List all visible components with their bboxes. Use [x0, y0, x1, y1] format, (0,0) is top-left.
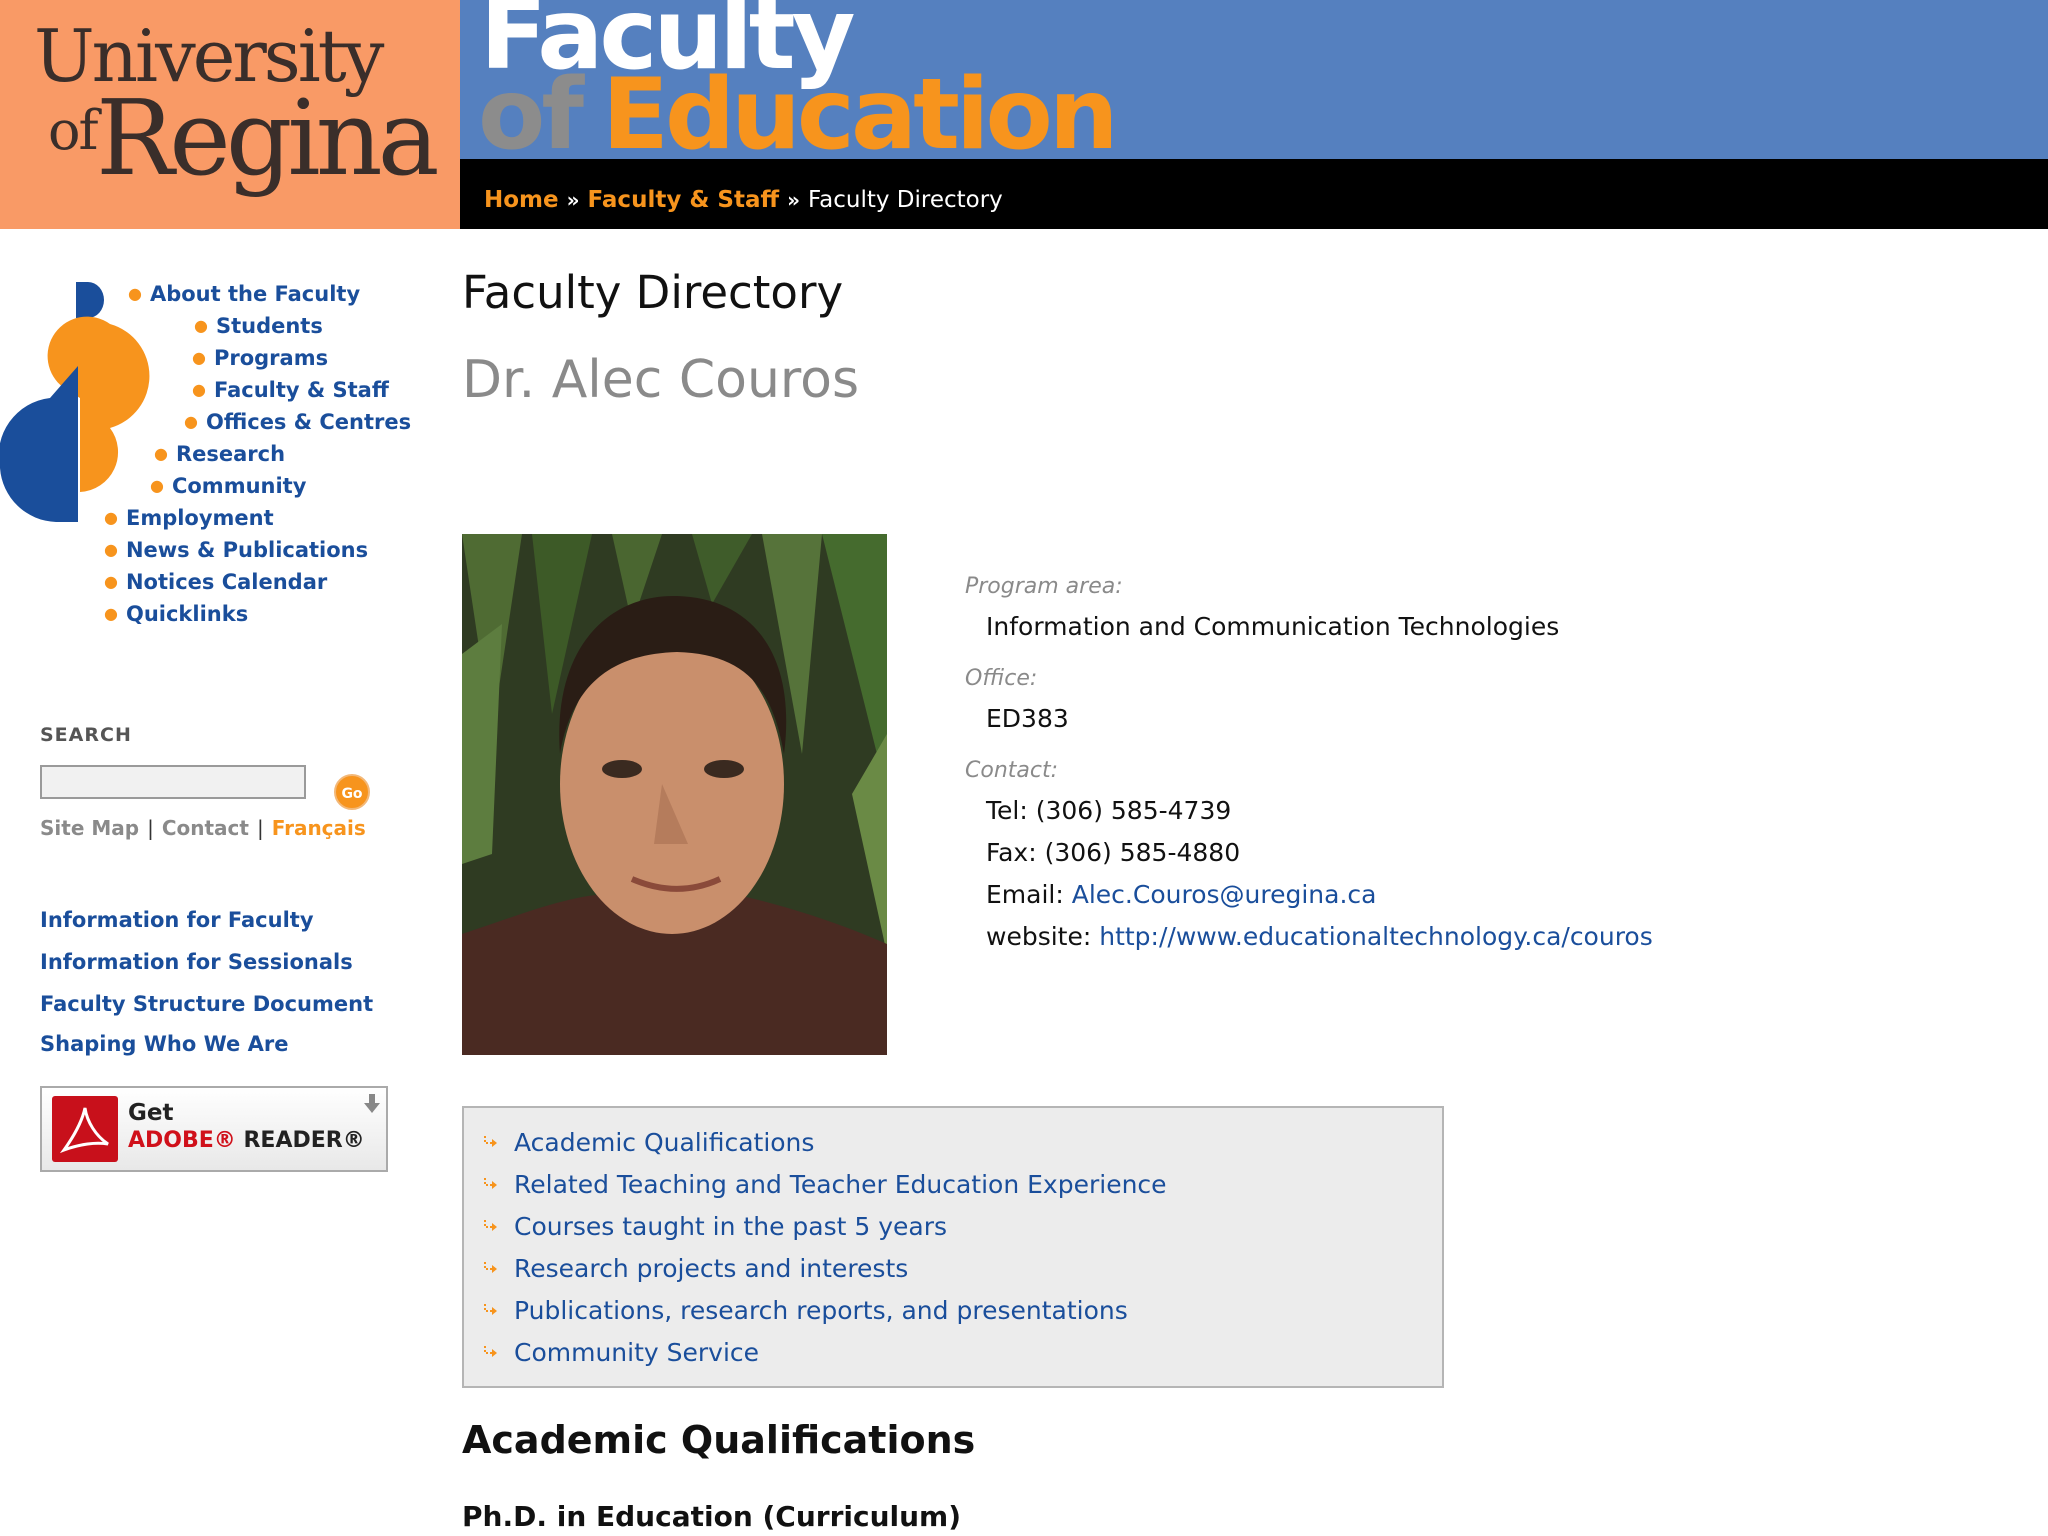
- info-for-sessionals-link[interactable]: Information for Sessionals: [40, 950, 353, 974]
- website-line: website: http://www.educationaltechnolog…: [986, 922, 1653, 951]
- adobe-reader-text: ADOBE® READER®: [128, 1128, 365, 1153]
- email-label: Email:: [986, 880, 1064, 909]
- breadcrumb-separator: »: [566, 188, 580, 212]
- tel-label: Tel:: [986, 796, 1028, 825]
- arrow-bullet-icon: [484, 1262, 497, 1273]
- utility-separator: |: [147, 816, 154, 840]
- nav-students[interactable]: ● Students: [194, 314, 323, 338]
- arrow-bullet-icon: [484, 1304, 497, 1315]
- toc-related-teaching[interactable]: Related Teaching and Teacher Education E…: [482, 1170, 1167, 1199]
- nav-label: About the Faculty: [149, 282, 361, 306]
- nav-label: Students: [215, 314, 323, 338]
- page-title: Faculty Directory: [462, 266, 844, 319]
- office-value: ED383: [986, 704, 1069, 733]
- faculty-structure-document-link[interactable]: Faculty Structure Document: [40, 992, 373, 1016]
- utility-separator: |: [256, 816, 264, 840]
- info-for-faculty-link[interactable]: Information for Faculty: [40, 908, 314, 932]
- arrow-bullet-icon: [484, 1220, 497, 1231]
- nav-label: Notices Calendar: [125, 570, 328, 594]
- adobe-get-text: Get: [128, 1100, 174, 1126]
- adobe-product-text: READER®: [243, 1128, 365, 1153]
- faculty-banner: Faculty of Education: [460, 0, 2048, 159]
- office-label: Office:: [965, 666, 1038, 691]
- breadcrumb-faculty-staff-link[interactable]: Faculty & Staff: [588, 187, 780, 213]
- contact-link[interactable]: Contact: [162, 816, 249, 840]
- faculty-b-graphic: [0, 282, 150, 522]
- utility-links: Site Map | Contact | Français: [40, 816, 366, 840]
- section-index-box: Academic Qualifications Related Teaching…: [462, 1106, 1444, 1388]
- toc-label: Related Teaching and Teacher Education E…: [514, 1170, 1167, 1199]
- tel-line: Tel: (306) 585-4739: [986, 796, 1231, 825]
- arrow-bullet-icon: [484, 1178, 497, 1189]
- site-map-link[interactable]: Site Map: [40, 816, 139, 840]
- nav-label: Community: [171, 474, 307, 498]
- arrow-bullet-icon: [484, 1346, 497, 1357]
- get-adobe-reader-badge[interactable]: Get ADOBE® READER®: [40, 1086, 388, 1172]
- nav-label: Quicklinks: [125, 602, 249, 626]
- nav-label: Programs: [213, 346, 329, 370]
- toc-label: Publications, research reports, and pres…: [514, 1296, 1128, 1325]
- nav-quicklinks[interactable]: ● Quicklinks: [104, 602, 248, 626]
- breadcrumb-separator: »: [787, 188, 801, 212]
- adobe-pdf-icon: [52, 1096, 118, 1162]
- nav-programs[interactable]: ● Programs: [192, 346, 328, 370]
- toc-academic-qualifications[interactable]: Academic Qualifications: [482, 1128, 814, 1157]
- tel-value: (306) 585-4739: [1035, 796, 1232, 825]
- breadcrumb-home-link[interactable]: Home: [484, 187, 559, 213]
- logo-of-text: of: [48, 99, 98, 162]
- shaping-who-we-are-link[interactable]: Shaping Who We Are: [40, 1032, 288, 1056]
- nav-label: Offices & Centres: [205, 410, 412, 434]
- website-label: website:: [986, 922, 1092, 951]
- breadcrumb: Home » Faculty & Staff » Faculty Directory: [484, 159, 1003, 229]
- toc-courses-taught[interactable]: Courses taught in the past 5 years: [482, 1212, 947, 1241]
- website-link[interactable]: http://www.educationaltechnology.ca/cour…: [1099, 922, 1653, 951]
- toc-label: Community Service: [514, 1338, 760, 1367]
- logo-regina-text: Regina: [96, 77, 440, 199]
- francais-link[interactable]: Français: [272, 816, 366, 840]
- university-logo[interactable]: University of Regina: [0, 0, 460, 229]
- program-area-value: Information and Communication Technologi…: [986, 612, 1560, 641]
- breadcrumb-bar: Home » Faculty & Staff » Faculty Directory: [460, 159, 2048, 229]
- toc-research-projects[interactable]: Research projects and interests: [482, 1254, 908, 1283]
- nav-news-publications[interactable]: ● News & Publications: [104, 538, 368, 562]
- contact-label: Contact:: [965, 758, 1059, 783]
- faculty-photo: [462, 534, 887, 1055]
- nav-label: Faculty & Staff: [213, 378, 389, 402]
- nav-faculty-staff[interactable]: ● Faculty & Staff: [192, 378, 389, 402]
- nav-offices-centres[interactable]: ● Offices & Centres: [184, 410, 411, 434]
- nav-label: News & Publications: [125, 538, 369, 562]
- email-link[interactable]: Alec.Couros@uregina.ca: [1072, 880, 1377, 909]
- nav-about-the-faculty[interactable]: ● About the Faculty: [128, 282, 360, 306]
- toc-label: Academic Qualifications: [514, 1128, 815, 1157]
- nav-label: Employment: [125, 506, 274, 530]
- toc-label: Courses taught in the past 5 years: [514, 1212, 948, 1241]
- toc-publications[interactable]: Publications, research reports, and pres…: [482, 1296, 1128, 1325]
- banner-of-text: of: [478, 58, 584, 159]
- nav-label: Research: [175, 442, 286, 466]
- search-label: SEARCH: [40, 724, 132, 746]
- nav-research[interactable]: ● Research: [154, 442, 285, 466]
- search-input[interactable]: [40, 765, 306, 799]
- section-heading: Academic Qualifications: [462, 1418, 976, 1462]
- banner-education-text: Education: [602, 58, 1119, 159]
- download-arrow-icon: [364, 1094, 380, 1113]
- fax-label: Fax:: [986, 838, 1037, 867]
- nav-notices-calendar[interactable]: ● Notices Calendar: [104, 570, 327, 594]
- program-area-label: Program area:: [965, 574, 1123, 599]
- degree-entry: Ph.D. in Education (Curriculum): [462, 1500, 962, 1533]
- fax-value: (306) 585-4880: [1044, 838, 1241, 867]
- search-go-button[interactable]: Go: [334, 774, 370, 810]
- adobe-brand-text: ADOBE®: [128, 1128, 236, 1153]
- toc-community-service[interactable]: Community Service: [482, 1338, 759, 1367]
- breadcrumb-current: Faculty Directory: [808, 187, 1003, 213]
- fax-line: Fax: (306) 585-4880: [986, 838, 1240, 867]
- faculty-member-name: Dr. Alec Couros: [462, 350, 860, 410]
- toc-label: Research projects and interests: [514, 1254, 909, 1283]
- nav-employment[interactable]: ● Employment: [104, 506, 274, 530]
- arrow-bullet-icon: [484, 1136, 497, 1147]
- email-line: Email: Alec.Couros@uregina.ca: [986, 880, 1376, 909]
- nav-community[interactable]: ● Community: [150, 474, 306, 498]
